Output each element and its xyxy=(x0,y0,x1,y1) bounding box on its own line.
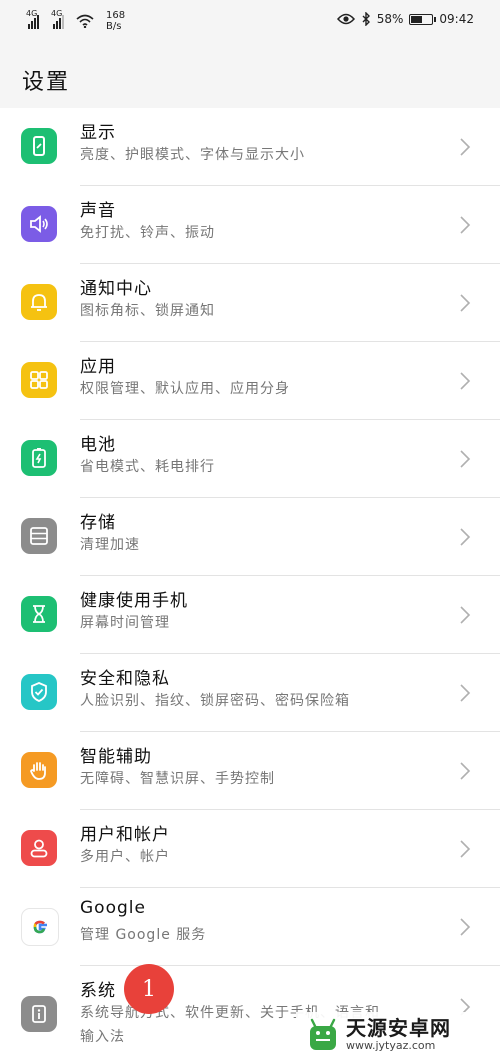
settings-item-subtitle: 人脸识别、指纹、锁屏密码、密码保险箱 xyxy=(80,693,350,709)
settings-item-subtitle: 图标角标、锁屏通知 xyxy=(80,303,215,319)
settings-item-subtitle: 管理 Google 服务 xyxy=(80,927,207,943)
settings-item-battery[interactable]: 电池 省电模式、耗电排行 xyxy=(0,420,500,498)
settings-item-label: 电池 xyxy=(80,435,116,455)
settings-item-label: 健康使用手机 xyxy=(80,591,188,611)
watermark: 天源安卓网 www.jytyaz.com xyxy=(296,1012,500,1057)
title-bar: 设置 xyxy=(0,44,500,108)
storage-icon xyxy=(21,518,57,554)
signal-2-icon: 4G xyxy=(51,9,64,29)
settings-item-label: 系统 xyxy=(80,981,116,1001)
page-title: 设置 xyxy=(22,70,71,95)
settings-item-notifications[interactable]: 通知中心 图标角标、锁屏通知 xyxy=(0,264,500,342)
bell-icon xyxy=(21,284,57,320)
chevron-right-icon xyxy=(460,684,471,702)
status-bar: 4G 4G 168 B/s 58% 09:42 xyxy=(0,0,500,44)
net-speed: 168 B/s xyxy=(106,10,126,32)
info-icon xyxy=(21,996,57,1032)
battery-percent: 58% xyxy=(376,12,404,26)
chevron-right-icon xyxy=(460,528,471,546)
eye-comfort-icon xyxy=(336,13,355,25)
settings-item-label: 通知中心 xyxy=(80,279,152,299)
settings-item-subtitle: 免打扰、铃声、振动 xyxy=(80,225,215,241)
settings-item-users-accounts[interactable]: 用户和帐户 多用户、帐户 xyxy=(0,810,500,888)
settings-item-sound[interactable]: 声音 免打扰、铃声、振动 xyxy=(0,186,500,264)
settings-item-digital-balance[interactable]: 健康使用手机 屏幕时间管理 xyxy=(0,576,500,654)
shield-icon xyxy=(21,674,57,710)
settings-item-display[interactable]: 显示 亮度、护眼模式、字体与显示大小 xyxy=(0,108,500,186)
settings-item-label: 声音 xyxy=(80,201,116,221)
sound-icon xyxy=(21,206,57,242)
settings-item-subtitle: 清理加速 xyxy=(80,537,140,553)
chevron-right-icon xyxy=(460,918,471,936)
settings-item-subtitle: 省电模式、耗电排行 xyxy=(80,459,215,475)
chevron-right-icon xyxy=(460,606,471,624)
settings-item-subtitle: 多用户、帐户 xyxy=(80,849,170,865)
chevron-right-icon xyxy=(460,372,471,390)
signal-1-icon: 4G xyxy=(26,9,39,29)
hourglass-icon xyxy=(21,596,57,632)
settings-item-security[interactable]: 安全和隐私 人脸识别、指纹、锁屏密码、密码保险箱 xyxy=(0,654,500,732)
settings-item-subtitle: 无障碍、智慧识屏、手势控制 xyxy=(80,771,275,787)
settings-item-subtitle: 权限管理、默认应用、应用分身 xyxy=(80,381,290,397)
display-icon xyxy=(21,128,57,164)
watermark-logo-icon xyxy=(306,1018,340,1052)
apps-grid-icon xyxy=(21,362,57,398)
battery-icon xyxy=(409,13,437,25)
chevron-right-icon xyxy=(460,840,471,858)
battery-icon xyxy=(21,440,57,476)
settings-item-subtitle: 屏幕时间管理 xyxy=(80,615,170,631)
settings-item-label: 应用 xyxy=(80,357,116,377)
settings-item-smart-assistance[interactable]: 智能辅助 无障碍、智慧识屏、手势控制 xyxy=(0,732,500,810)
settings-item-storage[interactable]: 存储 清理加速 xyxy=(0,498,500,576)
settings-item-label: 安全和隐私 xyxy=(80,669,170,689)
chevron-right-icon xyxy=(460,138,471,156)
clock: 09:42 xyxy=(439,12,474,26)
chevron-right-icon xyxy=(460,762,471,780)
settings-item-subtitle: 亮度、护眼模式、字体与显示大小 xyxy=(80,147,305,163)
settings-list: 显示 亮度、护眼模式、字体与显示大小 声音 免打扰、铃声、振动 通知中心 图标角… xyxy=(0,108,500,1056)
wifi-icon xyxy=(76,14,94,28)
hand-icon xyxy=(21,752,57,788)
chevron-right-icon xyxy=(460,216,471,234)
watermark-name: 天源安卓网 xyxy=(346,1016,451,1040)
chevron-right-icon xyxy=(460,294,471,312)
watermark-url: www.jytyaz.com xyxy=(346,1039,436,1052)
settings-item-label: 智能辅助 xyxy=(80,747,152,767)
settings-item-subtitle-wrap: 输入法 xyxy=(80,1029,125,1045)
bluetooth-icon xyxy=(362,12,370,26)
user-icon xyxy=(21,830,57,866)
settings-item-label: 存储 xyxy=(80,513,116,533)
settings-item-label: 显示 xyxy=(80,123,116,143)
settings-item-label: Google xyxy=(80,898,146,918)
settings-item-apps[interactable]: 应用 权限管理、默认应用、应用分身 xyxy=(0,342,500,420)
step-number-badge: 1 xyxy=(124,964,174,1014)
settings-item-google[interactable]: Google 管理 Google 服务 xyxy=(0,888,500,966)
settings-item-label: 用户和帐户 xyxy=(80,825,170,845)
google-icon xyxy=(21,908,59,946)
chevron-right-icon xyxy=(460,450,471,468)
